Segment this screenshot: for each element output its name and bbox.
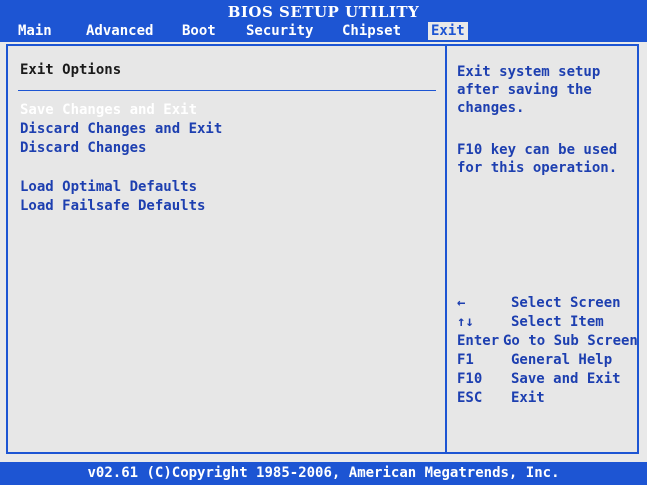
key-desc: Select Screen [511,295,621,311]
key-label: F1 [457,352,474,368]
key-label: F10 [457,371,483,387]
help-text: Exit system setup after saving the chang… [457,63,600,117]
title-bar: BIOS SETUP UTILITY Main Advanced Boot Se… [0,0,647,42]
tab-chipset[interactable]: Chipset [342,22,401,40]
key-label: ESC [457,390,483,406]
help-note-line: for this operation. [457,160,618,176]
option-save-changes-and-exit[interactable]: Save Changes and Exit [20,102,197,118]
key-desc: Go to Sub Screen [503,333,638,349]
help-line: after saving the [457,82,592,98]
copyright-footer: v02.61 (C)Copyright 1985-2006, American … [0,462,647,485]
key-label: Enter [457,333,500,349]
tab-security[interactable]: Security [246,22,313,40]
option-load-optimal-defaults[interactable]: Load Optimal Defaults [20,179,197,195]
key-desc: Save and Exit [511,371,621,387]
section-divider [18,90,436,91]
panel-divider [445,46,447,452]
left-arrow-icon: ← [457,295,466,311]
main-frame: Exit Options Save Changes and Exit Disca… [6,44,639,454]
tab-bar: Main Advanced Boot Security Chipset Exit [0,22,647,40]
help-note: F10 key can be used for this operation. [457,141,617,177]
key-desc: Select Item [511,314,604,330]
key-desc: General Help [511,352,613,368]
option-load-failsafe-defaults[interactable]: Load Failsafe Defaults [20,198,205,214]
option-discard-changes[interactable]: Discard Changes [20,140,146,156]
key-desc: Exit [511,390,545,406]
help-line: Exit system setup [457,64,601,80]
tab-main[interactable]: Main [18,22,52,40]
tab-boot[interactable]: Boot [182,22,216,40]
option-discard-changes-and-exit[interactable]: Discard Changes and Exit [20,121,222,137]
bios-title: BIOS SETUP UTILITY [227,3,420,21]
help-note-line: F10 key can be used [457,142,618,158]
help-line: changes. [457,100,525,116]
tab-advanced[interactable]: Advanced [86,22,153,40]
section-title: Exit Options [20,62,122,78]
up-down-arrow-icon: ↑↓ [457,314,474,330]
tab-exit[interactable]: Exit [428,22,468,40]
